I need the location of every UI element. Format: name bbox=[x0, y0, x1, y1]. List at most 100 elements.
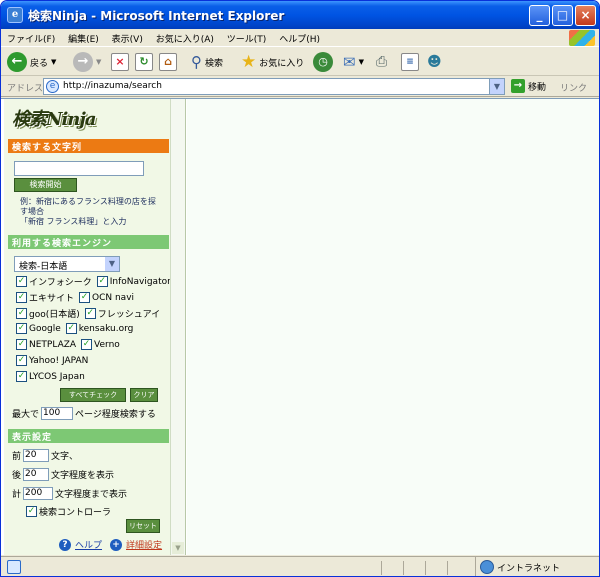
menu-edit[interactable]: 編集(E) bbox=[62, 29, 103, 45]
engine-checkbox[interactable]: ✓ bbox=[65, 323, 77, 334]
edit-icon[interactable]: ≡ bbox=[401, 53, 419, 71]
mail-dropdown-icon[interactable]: ▼ bbox=[359, 58, 364, 66]
address-bar: アドレス(D) e http://inazuma/search ▼ → 移動 リ… bbox=[1, 77, 599, 97]
intranet-globe-icon bbox=[480, 560, 494, 574]
forward-dropdown-icon[interactable]: ▼ bbox=[96, 58, 101, 66]
menu-help[interactable]: ヘルプ(H) bbox=[273, 29, 324, 45]
total-suffix-label: 文字程度まで表示 bbox=[55, 490, 128, 500]
search-button[interactable]: ⚲ 検索 bbox=[191, 51, 223, 73]
engine-label: Verno bbox=[94, 339, 120, 350]
clear-button[interactable]: クリア bbox=[130, 388, 158, 402]
menu-file[interactable]: ファイル(F) bbox=[1, 29, 59, 45]
plus-icon: + bbox=[110, 538, 123, 551]
max-pages-row: 最大で 100 ページ程度検索する bbox=[12, 407, 156, 420]
advanced-settings-link[interactable]: 詳細設定 bbox=[126, 538, 162, 551]
engine-checkbox[interactable]: ✓ bbox=[16, 339, 27, 350]
title-bar: e 検索Ninja - Microsoft Internet Explorer … bbox=[1, 1, 599, 29]
page-content: 検索Ninja 検索する文字列 検索開始 例：新宿にあるフランス料理の店を探 す… bbox=[1, 98, 599, 555]
engine-row: ✓ goo(日本語) ✓ フレッシュアイ bbox=[16, 307, 163, 320]
engine-checkbox[interactable]: ✓ bbox=[84, 308, 96, 319]
search-input[interactable] bbox=[14, 161, 144, 176]
engine-checkbox[interactable]: ✓ bbox=[79, 292, 91, 303]
forward-button[interactable]: → ▼ bbox=[73, 51, 101, 73]
engine-label: LYCOS Japan bbox=[29, 371, 85, 382]
go-button[interactable]: → 移動 bbox=[511, 79, 546, 93]
display-section-header: 表示設定 bbox=[8, 429, 169, 443]
window-title: 検索Ninja - Microsoft Internet Explorer bbox=[28, 9, 285, 23]
maximize-button[interactable]: □ bbox=[552, 5, 573, 26]
search-start-button[interactable]: 検索開始 bbox=[14, 178, 77, 192]
engine-checkbox[interactable]: ✓ bbox=[16, 292, 27, 303]
stop-icon[interactable]: × bbox=[111, 53, 129, 71]
max-suffix-label: ページ程度検索する bbox=[75, 410, 156, 420]
engine-checkbox[interactable]: ✓ bbox=[16, 355, 27, 366]
engine-checkbox[interactable]: ✓ bbox=[16, 371, 27, 382]
status-bar: イントラネット bbox=[1, 556, 599, 576]
after-chars-input[interactable]: 20 bbox=[23, 468, 50, 481]
controller-checkbox[interactable]: ✓ bbox=[26, 506, 37, 517]
engine-checkbox[interactable]: ✓ bbox=[81, 339, 93, 350]
back-label: 戻る bbox=[30, 58, 49, 69]
messenger-icon[interactable]: ☻ bbox=[427, 54, 442, 70]
address-dropdown-icon[interactable]: ▼ bbox=[489, 79, 504, 94]
back-arrow-icon: ← bbox=[7, 52, 27, 72]
browser-window: e 検索Ninja - Microsoft Internet Explorer … bbox=[0, 0, 600, 577]
total-chars-row: 計 200 文字程度まで表示 bbox=[12, 487, 127, 500]
controller-label: 検索コントローラ bbox=[39, 508, 112, 518]
status-page-icon bbox=[7, 560, 21, 574]
engine-label: Yahoo! JAPAN bbox=[29, 355, 89, 366]
engine-label: kensaku.org bbox=[78, 323, 134, 334]
engine-checkbox[interactable]: ✓ bbox=[16, 308, 27, 319]
menu-tools[interactable]: ツール(T) bbox=[221, 29, 271, 45]
help-link[interactable]: ヘルプ bbox=[75, 538, 102, 551]
engine-label: Google bbox=[29, 323, 61, 334]
before-label: 前 bbox=[12, 452, 22, 462]
before-chars-input[interactable]: 20 bbox=[23, 449, 50, 462]
sidebar-scrollbar[interactable]: ▼ bbox=[170, 99, 185, 555]
total-label: 計 bbox=[12, 490, 22, 500]
engine-row: ✓ Google ✓ kensaku.org bbox=[16, 323, 136, 334]
minimize-button[interactable]: _ bbox=[529, 5, 550, 26]
menu-favorites[interactable]: お気に入り(A) bbox=[150, 29, 218, 45]
total-chars-input[interactable]: 200 bbox=[23, 487, 54, 500]
print-icon[interactable]: ⎙ bbox=[376, 54, 387, 70]
engine-group-select[interactable]: 検索-日本語 ▼ bbox=[14, 256, 120, 272]
forward-arrow-icon: → bbox=[73, 52, 93, 72]
engine-label: インフォシーク bbox=[29, 278, 92, 288]
chevron-down-icon[interactable]: ▼ bbox=[105, 257, 119, 271]
links-button[interactable]: リンク bbox=[560, 81, 587, 94]
engine-row: ✓ Yahoo! JAPAN bbox=[16, 355, 91, 366]
security-zone: イントラネット bbox=[475, 557, 599, 576]
max-pages-input[interactable]: 100 bbox=[41, 407, 74, 420]
ninja-logo: 検索Ninja bbox=[12, 109, 97, 130]
engine-row: ✓ エキサイト ✓ OCN navi bbox=[16, 291, 137, 304]
check-all-button[interactable]: すべてチェック bbox=[60, 388, 126, 402]
engine-checkbox[interactable]: ✓ bbox=[16, 323, 27, 334]
status-divider bbox=[403, 561, 404, 575]
back-dropdown-icon[interactable]: ▼ bbox=[51, 58, 56, 66]
search-icon: ⚲ bbox=[191, 53, 202, 71]
address-input[interactable]: e http://inazuma/search ▼ bbox=[43, 78, 505, 95]
refresh-icon[interactable]: ↻ bbox=[135, 53, 153, 71]
before-suffix-label: 文字、 bbox=[51, 452, 79, 462]
address-url[interactable]: http://inazuma/search bbox=[63, 81, 162, 91]
engine-row: ✓ LYCOS Japan bbox=[16, 371, 88, 382]
results-pane bbox=[187, 99, 599, 555]
after-chars-row: 後 20 文字程度を表示 bbox=[12, 468, 114, 481]
engine-checkbox[interactable]: ✓ bbox=[16, 276, 27, 287]
menu-bar: ファイル(F) 編集(E) 表示(V) お気に入り(A) ツール(T) ヘルプ(… bbox=[1, 29, 599, 47]
home-icon[interactable]: ⌂ bbox=[159, 53, 177, 71]
mail-icon[interactable]: ✉ bbox=[343, 53, 356, 71]
back-button[interactable]: ← 戻る ▼ bbox=[7, 51, 56, 73]
engine-row: ✓ インフォシーク ✓ InfoNavigator bbox=[16, 275, 174, 288]
engine-checkbox[interactable]: ✓ bbox=[96, 276, 108, 287]
before-chars-row: 前 20 文字、 bbox=[12, 449, 78, 462]
scroll-down-icon[interactable]: ▼ bbox=[172, 542, 184, 554]
menu-view[interactable]: 表示(V) bbox=[106, 29, 147, 45]
history-icon[interactable]: ◷ bbox=[313, 52, 333, 72]
close-button[interactable]: × bbox=[575, 5, 596, 26]
page-icon: e bbox=[46, 80, 59, 93]
favorites-button[interactable]: ★ お気に入り bbox=[241, 51, 304, 73]
reset-button[interactable]: リセット bbox=[126, 519, 160, 533]
controller-row: ✓ 検索コントローラ bbox=[26, 505, 111, 518]
